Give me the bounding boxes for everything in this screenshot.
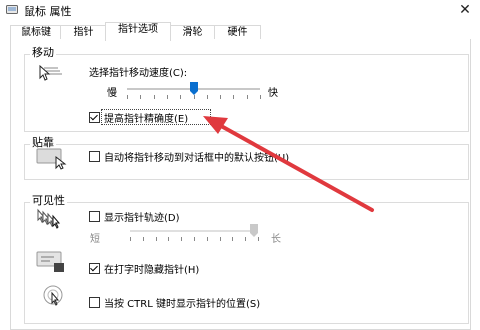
tab-wheel[interactable]: 滑轮 bbox=[169, 25, 216, 40]
tab-pointers[interactable]: 指针 bbox=[60, 25, 107, 40]
speed-label: 选择指针移动速度(C): bbox=[89, 68, 188, 79]
trails-slider-track[interactable] bbox=[130, 230, 258, 232]
trails-checkbox[interactable] bbox=[89, 211, 100, 222]
ctrl-location-label[interactable]: 当按 CTRL 键时显示指针的位置(S) bbox=[104, 295, 260, 310]
trails-slider-thumb[interactable] bbox=[250, 224, 258, 237]
speed-slider-ticks bbox=[127, 95, 261, 99]
tab-buttons[interactable]: 鼠标键 bbox=[10, 25, 62, 40]
tab-hardware[interactable]: 硬件 bbox=[214, 25, 261, 40]
pointer-trails-icon bbox=[37, 208, 61, 229]
snap-to-icon bbox=[36, 148, 67, 170]
snap-checkbox[interactable] bbox=[89, 151, 100, 162]
short-label: 短 bbox=[90, 234, 100, 245]
ctrl-location-checkbox[interactable] bbox=[89, 297, 100, 308]
speed-slider-thumb[interactable] bbox=[189, 82, 198, 95]
precision-label[interactable]: 提高指针精确度(E) bbox=[104, 110, 188, 125]
title-bar: 鼠标 属性 ✕ bbox=[0, 0, 480, 20]
trails-slider-ticks bbox=[130, 237, 259, 241]
visibility-heading: 可见性 bbox=[30, 192, 67, 208]
slow-label: 慢 bbox=[107, 88, 117, 99]
long-label: 长 bbox=[271, 234, 281, 245]
precision-checkbox[interactable] bbox=[89, 112, 100, 123]
hide-pointer-label[interactable]: 在打字时隐藏指针(H) bbox=[104, 261, 199, 276]
close-icon: ✕ bbox=[459, 2, 471, 18]
close-button[interactable]: ✕ bbox=[450, 0, 480, 20]
trails-label[interactable]: 显示指针轨迹(D) bbox=[104, 209, 180, 224]
motion-heading: 移动 bbox=[30, 44, 56, 60]
snap-label[interactable]: 自动将指针移动到对话框中的默认按钮(U) bbox=[104, 149, 289, 164]
hide-pointer-icon bbox=[36, 251, 64, 272]
mouse-properties-icon bbox=[6, 5, 18, 14]
window-title: 鼠标 属性 bbox=[24, 5, 72, 18]
hide-pointer-checkbox[interactable] bbox=[89, 263, 100, 274]
tab-strip: 鼠标键 指针 指针选项 滑轮 硬件 bbox=[10, 22, 470, 41]
tab-pointer-options[interactable]: 指针选项 bbox=[105, 22, 171, 41]
pointer-speed-icon bbox=[39, 64, 62, 81]
show-location-icon bbox=[43, 285, 63, 306]
fast-label: 快 bbox=[268, 88, 278, 99]
